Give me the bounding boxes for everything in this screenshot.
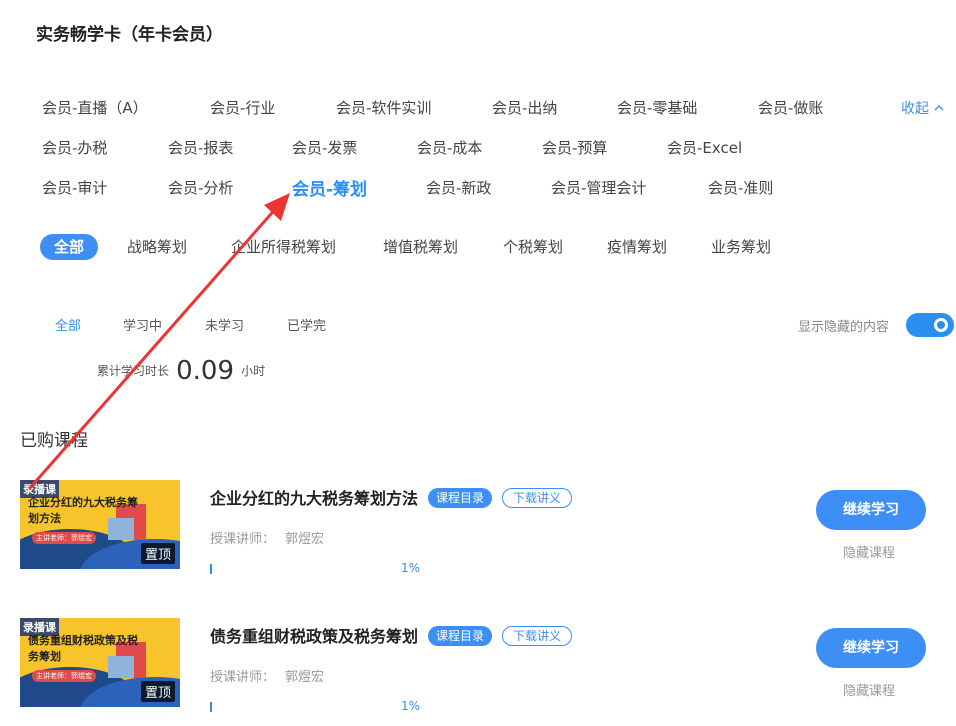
course-card: 录播课 企业分红的九大税务筹划方法 主讲老师：郭煜宏 置顶 企业分红的九大税务筹… [0, 480, 956, 580]
page-title: 实务畅学卡（年卡会员） [36, 25, 223, 45]
section-title: 已购课程 [20, 431, 88, 451]
pin-tag[interactable]: 置顶 [140, 681, 175, 702]
hide-course-link[interactable]: 隐藏课程 [843, 680, 895, 699]
subcategory-tab[interactable]: 企业所得税筹划 [231, 234, 336, 260]
collapse-label: 收起 [901, 101, 929, 117]
subcategory-tab[interactable]: 战略筹划 [127, 234, 187, 260]
subcategory-tab-active[interactable]: 全部 [40, 234, 99, 260]
category-item[interactable]: 会员-发票 [292, 137, 357, 158]
category-item[interactable]: 会员-出纳 [492, 97, 557, 118]
subcategory-tab[interactable]: 业务筹划 [711, 234, 771, 260]
category-item-active[interactable]: 会员-筹划 [292, 175, 367, 200]
course-title[interactable]: 企业分红的九大税务筹划方法 [210, 485, 418, 509]
subcategory-tab[interactable]: 疫情筹划 [607, 234, 667, 260]
filter-completed[interactable]: 已学完 [287, 315, 326, 334]
category-item[interactable]: 会员-新政 [426, 177, 491, 198]
study-time-label: 累计学习时长 [97, 364, 170, 378]
progress-bar [210, 702, 390, 712]
download-handout-button[interactable]: 下载讲义 [502, 488, 573, 508]
pin-tag[interactable]: 置顶 [140, 543, 175, 564]
category-item[interactable]: 会员-软件实训 [336, 97, 431, 118]
course-catalog-button[interactable]: 课程目录 [428, 488, 493, 508]
course-title[interactable]: 债务重组财税政策及税务筹划 [210, 623, 418, 647]
category-item[interactable]: 会员-行业 [210, 97, 275, 118]
course-teacher: 授课讲师： 郭煜宏 [210, 666, 324, 685]
course-catalog-button[interactable]: 课程目录 [428, 626, 493, 646]
category-item[interactable]: 会员-审计 [42, 177, 107, 198]
category-item[interactable]: 会员-零基础 [617, 97, 697, 118]
collapse-link[interactable]: 收起 [901, 98, 945, 118]
continue-learning-button[interactable]: 继续学习 [816, 628, 926, 668]
study-time: 累计学习时长 0.09 小时 [97, 356, 265, 386]
study-time-unit: 小时 [241, 364, 266, 378]
download-handout-button[interactable]: 下载讲义 [502, 626, 573, 646]
category-item[interactable]: 会员-准则 [708, 177, 773, 198]
teacher-label: 授课讲师： [210, 532, 276, 547]
category-item[interactable]: 会员-报表 [168, 137, 233, 158]
thumbnail-teacher-chip: 主讲老师：郭煜宏 [32, 532, 96, 544]
progress-text: 1% [401, 699, 421, 713]
progress-text: 1% [401, 561, 421, 575]
category-item[interactable]: 会员-办税 [42, 137, 107, 158]
hide-course-link[interactable]: 隐藏课程 [843, 542, 895, 561]
thumbnail-title: 债务重组财税政策及税务筹划 [28, 634, 138, 663]
subcategory-tab[interactable]: 增值税筹划 [383, 234, 458, 260]
filter-in-progress[interactable]: 学习中 [123, 315, 162, 334]
category-item[interactable]: 会员-Excel [667, 137, 742, 158]
course-teacher: 授课讲师： 郭煜宏 [210, 528, 324, 547]
show-hidden-label: 显示隐藏的内容 [798, 320, 890, 335]
category-item[interactable]: 会员-分析 [168, 177, 233, 198]
category-item[interactable]: 会员-预算 [542, 137, 607, 158]
category-item[interactable]: 会员-直播（A） [42, 97, 148, 118]
progress-fill [210, 702, 212, 712]
subcategory-tab[interactable]: 个税筹划 [503, 234, 563, 260]
course-card: 录播课 债务重组财税政策及税务筹划 主讲老师：郭煜宏 置顶 债务重组财税政策及税… [0, 618, 956, 718]
teacher-label: 授课讲师： [210, 670, 276, 685]
category-item[interactable]: 会员-做账 [758, 97, 823, 118]
teacher-name: 郭煜宏 [285, 532, 325, 547]
filter-not-started[interactable]: 未学习 [205, 315, 244, 334]
progress-fill [210, 564, 212, 574]
course-thumbnail[interactable]: 录播课 企业分红的九大税务筹划方法 主讲老师：郭煜宏 置顶 [20, 480, 180, 569]
course-thumbnail[interactable]: 录播课 债务重组财税政策及税务筹划 主讲老师：郭煜宏 置顶 [20, 618, 180, 707]
filter-all[interactable]: 全部 [55, 315, 81, 334]
progress-bar [210, 564, 390, 574]
chevron-up-icon [933, 101, 945, 117]
toggle-knob [934, 318, 948, 332]
category-item[interactable]: 会员-成本 [417, 137, 482, 158]
category-item[interactable]: 会员-管理会计 [551, 177, 646, 198]
continue-learning-button[interactable]: 继续学习 [816, 490, 926, 530]
thumbnail-title: 企业分红的九大税务筹划方法 [28, 496, 138, 525]
show-hidden-toggle[interactable] [906, 313, 954, 337]
teacher-name: 郭煜宏 [285, 670, 325, 685]
study-time-value: 0.09 [176, 356, 234, 386]
thumbnail-teacher-chip: 主讲老师：郭煜宏 [32, 670, 96, 682]
